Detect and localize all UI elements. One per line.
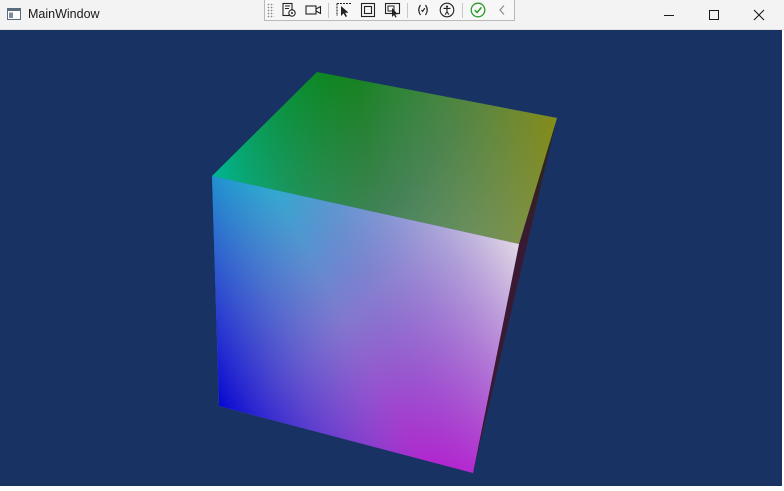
accessibility-icon [439, 2, 455, 18]
minimize-icon [663, 14, 674, 16]
window-bottom-edge [0, 486, 784, 491]
track-focus-icon [384, 2, 400, 18]
binding-icon [418, 4, 428, 16]
window-title: MainWindow [28, 7, 100, 21]
toolbar-separator [462, 2, 463, 18]
toolbar-separator [407, 2, 409, 18]
viewport-3d[interactable] [0, 30, 782, 486]
layout-adorner-icon [361, 2, 376, 18]
minimize-button[interactable] [646, 0, 691, 29]
app-icon [7, 7, 21, 21]
close-icon [753, 9, 764, 20]
check-circle-icon [470, 2, 486, 18]
select-element-button[interactable] [334, 1, 354, 20]
live-visual-tree-button[interactable] [279, 1, 299, 20]
collapse-toolbar-button[interactable] [492, 1, 512, 20]
binding-failures-button[interactable] [413, 1, 433, 20]
maximize-button[interactable] [691, 0, 736, 29]
visual-tree-icon [282, 2, 297, 17]
rgb-color-cube [212, 72, 557, 473]
track-focus-button[interactable] [382, 1, 402, 20]
display-layout-adorners-button[interactable] [358, 1, 378, 20]
record-button[interactable] [303, 1, 323, 20]
camera-icon [305, 5, 321, 15]
close-button[interactable] [736, 0, 781, 29]
toolbar-separator [328, 2, 330, 18]
xaml-debug-toolbar [264, 0, 515, 21]
accessibility-button[interactable] [437, 1, 457, 20]
hot-reload-status-button[interactable] [468, 1, 488, 20]
maximize-icon [708, 9, 719, 20]
chevron-left-icon [499, 5, 505, 15]
toolbar-grip[interactable] [267, 2, 275, 18]
title-bar[interactable]: MainWindow [0, 0, 784, 30]
select-element-icon [336, 2, 351, 17]
